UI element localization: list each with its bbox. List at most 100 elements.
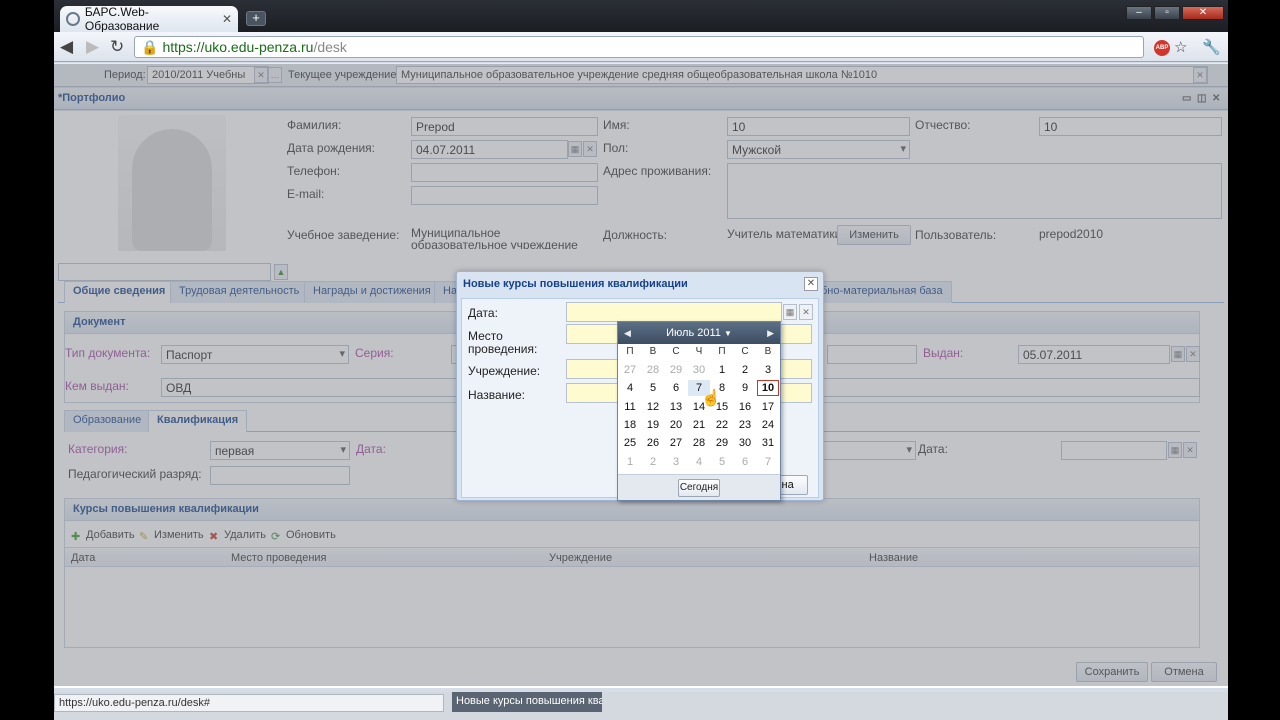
- phone-field[interactable]: [411, 163, 598, 182]
- calendar-day[interactable]: 29: [665, 362, 687, 378]
- number-field[interactable]: [827, 345, 917, 364]
- qual-date2-field[interactable]: [1061, 441, 1167, 460]
- next-month-icon[interactable]: ▶: [767, 322, 774, 344]
- calendar-day[interactable]: 27: [665, 435, 687, 451]
- sex-select[interactable]: Мужской: [727, 140, 910, 159]
- calendar-day[interactable]: 31: [757, 435, 779, 451]
- restore-icon[interactable]: ◫: [1197, 93, 1206, 104]
- surname-field[interactable]: Prepod: [411, 117, 598, 136]
- close-icon[interactable]: ✕: [222, 12, 232, 26]
- col-name[interactable]: Название: [869, 552, 918, 564]
- calendar-day[interactable]: 22: [711, 417, 733, 433]
- calendar-day[interactable]: 30: [734, 435, 756, 451]
- dialog-date-field[interactable]: [566, 302, 782, 322]
- calendar-icon[interactable]: ▦: [783, 304, 797, 320]
- address-field[interactable]: [727, 163, 1222, 219]
- cancel-button[interactable]: Отмена: [1151, 662, 1217, 682]
- calendar-day[interactable]: 27: [619, 362, 641, 378]
- calendar-icon[interactable]: ▦: [1171, 346, 1185, 362]
- address-bar[interactable]: 🔒 https://uko.edu-penza.ru/desk: [134, 36, 1144, 58]
- back-icon[interactable]: ◀: [60, 37, 73, 57]
- taskbar-dialog-item[interactable]: Новые курсы повышения ква...: [452, 692, 602, 712]
- rank-field[interactable]: [210, 466, 350, 485]
- calendar-day[interactable]: 28: [642, 362, 664, 378]
- email-field[interactable]: [411, 186, 598, 205]
- calendar-day[interactable]: 20: [665, 417, 687, 433]
- name-field[interactable]: 10: [727, 117, 910, 136]
- new-tab-button[interactable]: +: [246, 11, 266, 26]
- forward-icon[interactable]: ▶: [86, 37, 99, 57]
- calendar-day[interactable]: 6: [734, 454, 756, 470]
- star-icon[interactable]: ☆: [1174, 38, 1187, 56]
- wrench-icon[interactable]: 🔧: [1202, 38, 1221, 56]
- calendar-day[interactable]: 24: [757, 417, 779, 433]
- minimize-icon[interactable]: ▭: [1182, 93, 1191, 104]
- window-close-button[interactable]: ✕: [1182, 6, 1224, 20]
- add-button[interactable]: ✚ Добавить: [71, 529, 135, 543]
- patronymic-field[interactable]: 10: [1039, 117, 1222, 136]
- calendar-day[interactable]: 19: [642, 417, 664, 433]
- calendar-day[interactable]: 26: [642, 435, 664, 451]
- tab-work[interactable]: Трудовая деятельность: [170, 281, 309, 303]
- change-position-button[interactable]: Изменить: [837, 225, 911, 245]
- upload-icon[interactable]: ▲: [274, 264, 288, 280]
- col-place[interactable]: Место проведения: [231, 552, 327, 564]
- calendar-day[interactable]: 5: [642, 380, 664, 396]
- edit-button[interactable]: ✎ Изменить: [139, 529, 204, 543]
- calendar-icon[interactable]: ▦: [1168, 442, 1182, 458]
- calendar-day[interactable]: 1: [619, 454, 641, 470]
- calendar-day[interactable]: 16: [734, 399, 756, 415]
- calendar-day[interactable]: 21: [688, 417, 710, 433]
- calendar-day[interactable]: 2: [642, 454, 664, 470]
- calendar-day[interactable]: 18: [619, 417, 641, 433]
- browser-tab[interactable]: БАРС.Web-Образование ✕: [60, 5, 238, 33]
- clear-date-icon[interactable]: ✕: [583, 141, 597, 157]
- minimize-button[interactable]: –: [1126, 6, 1152, 20]
- clear-date-icon[interactable]: ✕: [799, 304, 813, 320]
- adblock-icon[interactable]: ABP: [1154, 40, 1170, 56]
- calendar-day[interactable]: 25: [619, 435, 641, 451]
- clear-icon[interactable]: ✕: [1193, 67, 1207, 83]
- calendar-icon[interactable]: ▦: [568, 141, 582, 157]
- close-icon[interactable]: ✕: [1212, 93, 1220, 104]
- calendar-day[interactable]: 3: [757, 362, 779, 378]
- maximize-button[interactable]: ▫: [1154, 6, 1180, 20]
- delete-button[interactable]: ✖ Удалить: [209, 529, 266, 543]
- save-button[interactable]: Сохранить: [1076, 662, 1148, 682]
- calendar-day[interactable]: 12: [642, 399, 664, 415]
- tab-material-base[interactable]: бно-материальная база: [812, 281, 952, 303]
- tab-education[interactable]: Образование: [64, 410, 151, 432]
- qual-extra-select[interactable]: [816, 441, 916, 460]
- period-field[interactable]: 2010/2011 Учебны: [147, 66, 269, 84]
- issued-date-field[interactable]: 05.07.2011: [1018, 345, 1170, 364]
- close-icon[interactable]: ✕: [804, 277, 818, 291]
- more-icon[interactable]: …: [268, 67, 282, 83]
- calendar-day[interactable]: 23: [734, 417, 756, 433]
- calendar-day[interactable]: 2: [734, 362, 756, 378]
- calendar-day[interactable]: 4: [688, 454, 710, 470]
- tab-general[interactable]: Общие сведения: [64, 281, 175, 303]
- calendar-day[interactable]: 10: [757, 380, 779, 397]
- month-selector[interactable]: Июль 2011: [666, 327, 721, 339]
- birthdate-field[interactable]: 04.07.2011: [411, 140, 568, 159]
- col-institution[interactable]: Учреждение: [549, 552, 612, 564]
- doctype-select[interactable]: Паспорт: [161, 345, 349, 364]
- calendar-day[interactable]: 9: [734, 380, 756, 396]
- calendar-day[interactable]: 6: [665, 380, 687, 396]
- calendar-day[interactable]: 7: [757, 454, 779, 470]
- tab-qualification[interactable]: Квалификация: [148, 410, 248, 432]
- calendar-day[interactable]: 1: [711, 362, 733, 378]
- tab-awards[interactable]: Награды и достижения: [304, 281, 440, 303]
- refresh-button[interactable]: ⟳ Обновить: [271, 529, 336, 543]
- calendar-day[interactable]: 30: [688, 362, 710, 378]
- calendar-day[interactable]: 3: [665, 454, 687, 470]
- calendar-day[interactable]: 17: [757, 399, 779, 415]
- org-field[interactable]: Муниципальное образовательное учреждение…: [396, 66, 1208, 84]
- reload-icon[interactable]: ↻: [110, 37, 124, 57]
- calendar-day[interactable]: 29: [711, 435, 733, 451]
- calendar-day[interactable]: 5: [711, 454, 733, 470]
- today-button[interactable]: Сегодня: [678, 479, 720, 497]
- category-select[interactable]: первая: [210, 441, 350, 460]
- calendar-day[interactable]: 11: [619, 399, 641, 415]
- clear-icon[interactable]: ✕: [254, 67, 268, 83]
